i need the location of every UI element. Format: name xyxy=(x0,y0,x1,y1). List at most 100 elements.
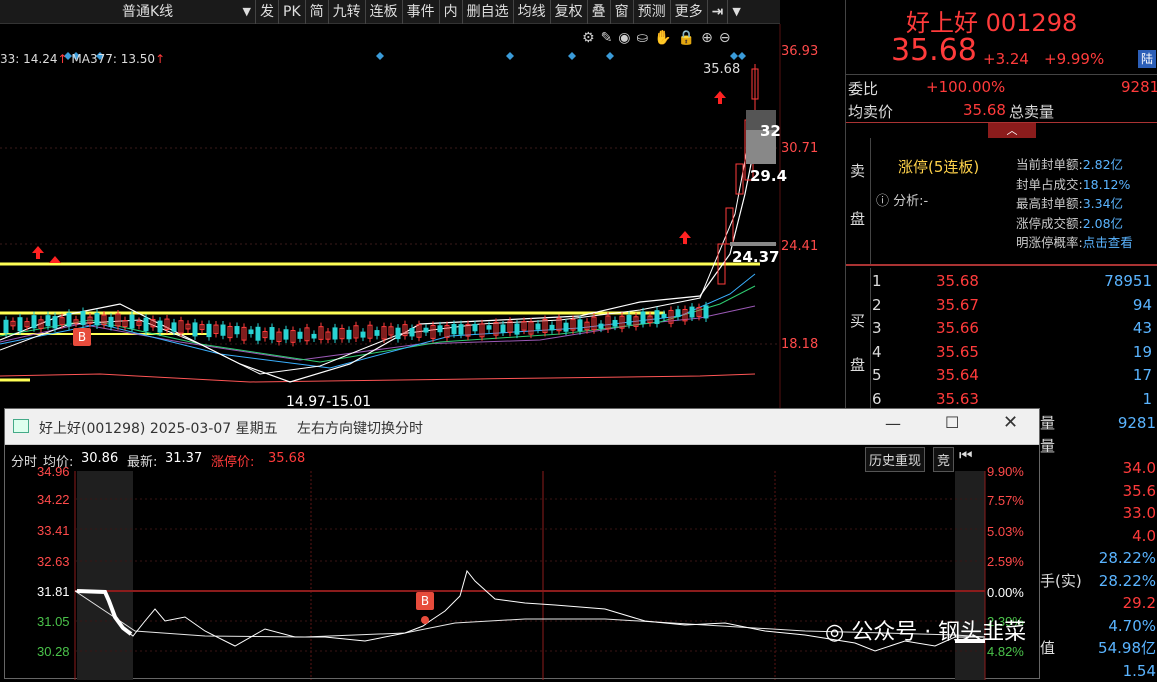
candle-body xyxy=(578,320,582,331)
price-axis-2: 30.71 xyxy=(781,141,818,156)
candle-body xyxy=(599,324,603,328)
bid-volume: 19 xyxy=(1056,341,1152,365)
candle-body xyxy=(172,323,176,331)
stat-value: 54.98亿 xyxy=(1098,637,1156,660)
buy-side-label-2: 盘 xyxy=(850,354,865,375)
candle-body xyxy=(284,330,288,339)
candle-body xyxy=(396,328,400,338)
list-item[interactable]: 535.6417 xyxy=(872,364,1152,388)
collapse-up-icon[interactable]: ︿ xyxy=(988,123,1036,138)
tb-delete-watch[interactable]: 删自选 xyxy=(463,0,514,24)
check-link[interactable]: 点击查看 xyxy=(1083,235,1133,250)
candle-body xyxy=(67,313,71,326)
history-replay-button[interactable]: 历史重现 xyxy=(865,447,925,472)
window-hint: 左右方向键切换分时 xyxy=(297,418,423,438)
price-axis-3: 24.41 xyxy=(781,239,818,254)
tb-fa[interactable]: 发 xyxy=(256,0,279,24)
bid-price: 35.65 xyxy=(936,341,1056,365)
price-axis-1: 36.93 xyxy=(781,44,818,59)
kline-type-dropdown[interactable]: 普通K线 ▼ xyxy=(118,0,256,24)
tb-nei[interactable]: 内 xyxy=(440,0,463,24)
bid-price: 35.67 xyxy=(936,294,1056,318)
analysis-label: 分析:- xyxy=(893,194,928,209)
kline-type-label: 普通K线 xyxy=(122,0,173,24)
level: 3 xyxy=(872,317,936,341)
zt-value: 18.12% xyxy=(1083,177,1131,192)
candle-body xyxy=(676,310,680,317)
candle-body xyxy=(501,325,505,332)
list-item[interactable]: 435.6519 xyxy=(872,341,1152,365)
bid-price: 35.64 xyxy=(936,364,1056,388)
bid-volume: 17 xyxy=(1056,364,1152,388)
window-titlebar[interactable]: 好上好(001298) 2025-03-07 星期五 左右方向键切换分时 — ☐… xyxy=(5,409,1039,445)
ma-legend: 33: 14.24↑ MA377: 13.50↑ xyxy=(0,52,165,66)
latest-label: 最新: xyxy=(127,451,157,470)
candle-body xyxy=(221,325,225,335)
left-tick: 30.28 xyxy=(37,644,70,659)
candle-body xyxy=(536,324,540,329)
tb-yuce[interactable]: 预测 xyxy=(634,0,671,24)
kline-candles xyxy=(4,302,708,346)
b-marker[interactable]: B xyxy=(73,328,91,346)
stock-change-pct: +9.99% xyxy=(1044,50,1104,68)
zt-label: 当前封单额: xyxy=(1016,157,1083,172)
candle-body xyxy=(487,326,491,329)
candle-body xyxy=(655,311,659,324)
list-item[interactable]: 135.6878951 xyxy=(872,270,1152,294)
candle-body xyxy=(361,332,365,337)
watermark-text: 公众号 · 钢头韭菜 xyxy=(851,620,1026,645)
list-item[interactable]: 335.6643 xyxy=(872,317,1152,341)
candle-body xyxy=(256,327,260,340)
zoom-in-icon[interactable]: ⊕ xyxy=(701,30,713,46)
level: 1 xyxy=(872,270,936,294)
expand-right-icon[interactable]: ⇥ xyxy=(708,0,729,24)
tb-fuquan[interactable]: 复权 xyxy=(551,0,588,24)
candle-body xyxy=(515,324,519,334)
tb-pk[interactable]: PK xyxy=(279,0,306,24)
tb-die[interactable]: 叠 xyxy=(588,0,611,24)
candle-body xyxy=(452,325,456,334)
up-arrow-icon: ↑ xyxy=(57,52,67,66)
zt-value: 2.08亿 xyxy=(1083,216,1123,231)
eye-icon[interactable]: ◉ xyxy=(618,30,630,46)
tb-jiuzhuan[interactable]: 九转 xyxy=(329,0,366,24)
stat-value: 9281 xyxy=(1118,412,1156,435)
tb-lianban[interactable]: 连板 xyxy=(366,0,403,24)
zoom-out-icon[interactable]: ⊖ xyxy=(719,30,731,46)
candle-body xyxy=(235,327,239,334)
tb-chuang[interactable]: 窗 xyxy=(611,0,634,24)
list-item[interactable]: 235.6794 xyxy=(872,294,1152,318)
toolbar-dropdown-icon[interactable]: ▼ xyxy=(728,0,744,24)
intraday-window[interactable]: 好上好(001298) 2025-03-07 星期五 左右方向键切换分时 — ☐… xyxy=(4,408,1040,679)
intraday-infobar: 分时 均价: 30.86 最新: 31.37 涨停价: 35.68 历史重现 竞… xyxy=(5,445,1039,471)
candle-body xyxy=(662,314,666,317)
kline-toolbar: 普通K线 ▼ 发 PK 简 九转 连板 事件 内 删自选 均线 复权 叠 窗 预… xyxy=(0,0,780,24)
app-icon xyxy=(13,419,29,433)
close-icon[interactable]: ✕ xyxy=(1003,412,1018,433)
kline-chart[interactable]: 33: 14.24↑ MA377: 13.50↑ ⚙ ✎ ◉ ⛀ ✋ 🔒 ⊕ ⊖… xyxy=(0,24,845,408)
window-title: 好上好(001298) 2025-03-07 星期五 xyxy=(39,418,278,438)
hand-icon[interactable]: ✋ xyxy=(654,30,671,46)
tb-shijian[interactable]: 事件 xyxy=(403,0,440,24)
zt-label: 最高封单额: xyxy=(1016,196,1083,211)
right-tick: 4.82% xyxy=(987,644,1024,659)
zt-stats: 当前封单额:2.82亿 封单占成交:18.12% 最高封单额:3.34亿 涨停成… xyxy=(1016,155,1133,253)
jing-button[interactable]: 竞 xyxy=(933,447,954,472)
tb-jian[interactable]: 简 xyxy=(306,0,329,24)
skip-start-icon[interactable]: ⏮ xyxy=(959,446,973,464)
left-tick: 31.81 xyxy=(37,584,70,599)
lock-icon[interactable]: 🔒 xyxy=(678,30,695,46)
maximize-icon[interactable]: ☐ xyxy=(945,413,959,432)
gear-icon[interactable]: ⚙ xyxy=(582,30,595,46)
pen-icon[interactable]: ✎ xyxy=(601,30,613,46)
candle-body xyxy=(270,328,274,340)
level: 2 xyxy=(872,294,936,318)
basket-icon[interactable]: ⛀ xyxy=(637,30,649,46)
tb-more[interactable]: 更多 xyxy=(671,0,708,24)
watermark: ◎ 公众号 · 钢头韭菜 xyxy=(825,614,1026,646)
candle-body xyxy=(347,330,351,338)
minimize-icon[interactable]: — xyxy=(885,414,901,433)
b-marker[interactable]: B xyxy=(416,592,434,610)
candle-body xyxy=(109,317,113,326)
tb-junxian[interactable]: 均线 xyxy=(514,0,551,24)
